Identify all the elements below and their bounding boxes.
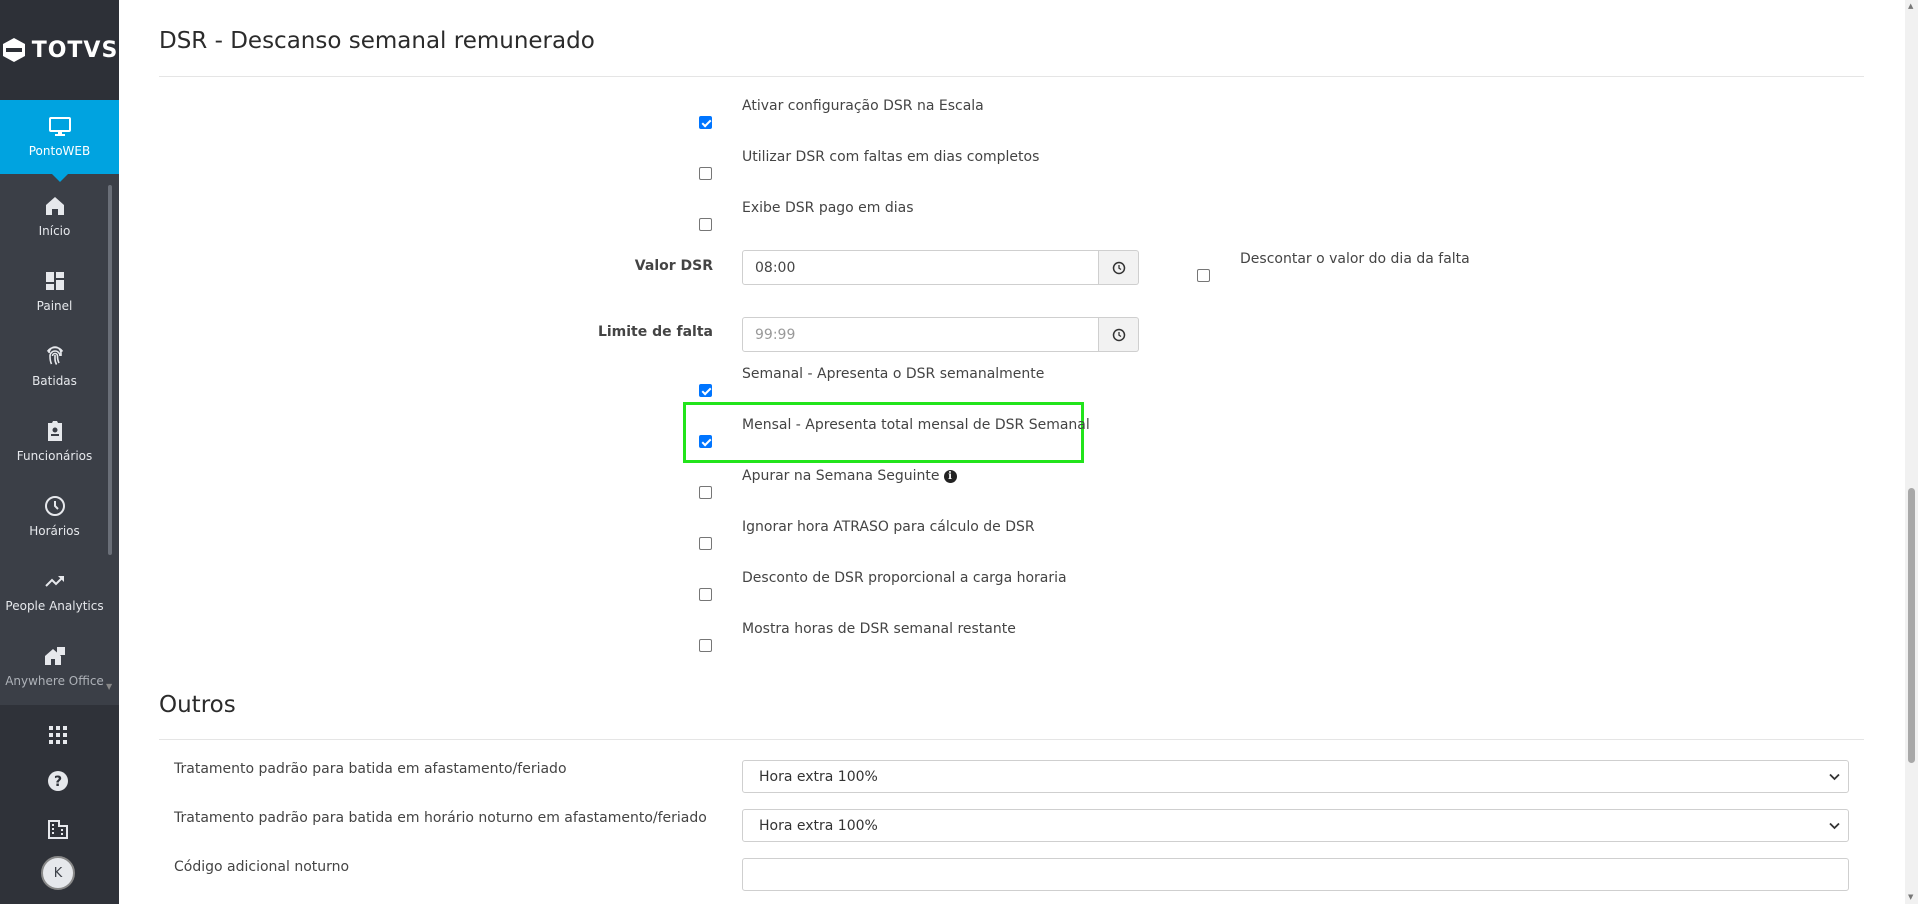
sidebar-item-inicio[interactable]: Início: [0, 178, 109, 253]
home-icon: [45, 196, 64, 215]
sidebar-item-label: Batidas: [32, 373, 77, 388]
page-scrollbar[interactable]: ▲ ▼: [1905, 0, 1918, 904]
ignorar-atraso-label: Ignorar hora ATRASO para cálculo de DSR: [742, 519, 1035, 535]
scroll-down-icon[interactable]: ▼: [1908, 893, 1913, 901]
sidebar-item-anywhere-office[interactable]: Anywhere Office: [0, 628, 109, 703]
home-work-icon: [44, 646, 65, 665]
scroll-up-icon[interactable]: ▲: [1908, 2, 1913, 10]
mostra-horas-checkbox[interactable]: [699, 639, 712, 652]
info-icon[interactable]: i: [943, 470, 957, 483]
select-value: Hora extra 100%: [759, 768, 878, 785]
codigo-adicional-input[interactable]: [742, 858, 1849, 891]
sidebar-item-label: Início: [38, 223, 71, 238]
help-icon[interactable]: ?: [46, 769, 70, 793]
chevron-down-icon: [1829, 820, 1840, 833]
totvs-logo-icon: [2, 38, 25, 62]
descontar-falta-checkbox[interactable]: [1197, 269, 1210, 282]
dsr-pago-dias-checkbox[interactable]: [699, 218, 712, 231]
valor-dsr-input[interactable]: 08:00: [742, 250, 1099, 285]
fingerprint-icon: [46, 345, 63, 365]
dsr-faltas-label: Utilizar DSR com faltas em dias completo…: [742, 149, 1040, 165]
logo-text: TOTVS: [31, 37, 119, 63]
ignorar-atraso-checkbox[interactable]: [699, 537, 712, 550]
module-pontoweb[interactable]: PontoWEB: [0, 100, 119, 182]
sidebar-item-horarios[interactable]: Horários: [0, 478, 109, 553]
tratamento-noturno-select[interactable]: Hora extra 100%: [742, 809, 1849, 842]
limite-falta-input[interactable]: 99:99: [742, 317, 1099, 352]
outros-section-title: Outros: [159, 692, 236, 718]
valor-dsr-label: Valor DSR: [634, 258, 713, 274]
mostra-horas-label: Mostra horas de DSR semanal restante: [742, 621, 1016, 637]
limite-falta-group: 99:99: [742, 317, 1139, 352]
sidebar-scroll-down-icon[interactable]: ▼: [106, 682, 112, 691]
dsr-pago-dias-label: Exibe DSR pago em dias: [742, 200, 914, 216]
trending-up-icon: [44, 575, 64, 587]
clock-picker-icon[interactable]: [1099, 250, 1139, 285]
avatar-initial: K: [53, 865, 63, 881]
desconto-proporcional-label: Desconto de DSR proporcional a carga hor…: [742, 570, 1067, 586]
totvs-logo[interactable]: TOTVS: [0, 0, 119, 100]
sidebar-item-batidas[interactable]: Batidas: [0, 328, 109, 403]
sidebar-item-painel[interactable]: Painel: [0, 253, 109, 328]
tratamento-afastamento-label: Tratamento padrão para batida em afastam…: [174, 761, 567, 777]
semanal-checkbox[interactable]: [699, 384, 712, 397]
clock-picker-icon[interactable]: [1099, 317, 1139, 352]
codigo-adicional-label: Código adicional noturno: [174, 859, 350, 875]
dashboard-icon: [45, 271, 64, 290]
descontar-falta-label: Descontar o valor do dia da falta: [1240, 251, 1470, 267]
monitor-icon: [48, 117, 71, 136]
apurar-semana-checkbox[interactable]: [699, 486, 712, 499]
mensal-label: Mensal - Apresenta total mensal de DSR S…: [742, 417, 1090, 433]
sidebar-item-funcionarios[interactable]: Funcionários: [0, 403, 109, 478]
badge-icon: [47, 420, 62, 441]
outros-divider: [159, 739, 1864, 740]
desconto-proporcional-checkbox[interactable]: [699, 588, 712, 601]
user-avatar[interactable]: K: [41, 856, 75, 890]
sidebar-item-label: Horários: [29, 523, 80, 538]
sidebar-item-label: Anywhere Office: [5, 673, 104, 688]
dsr-section-title: DSR - Descanso semanal remunerado: [159, 28, 595, 54]
svg-text:?: ?: [54, 774, 62, 790]
scrollbar-thumb[interactable]: [1908, 488, 1915, 763]
ativar-dsr-checkbox[interactable]: [699, 116, 712, 129]
chevron-down-icon: [1829, 771, 1840, 784]
semanal-label: Semanal - Apresenta o DSR semanalmente: [742, 366, 1045, 382]
building-icon[interactable]: [46, 817, 70, 841]
apps-grid-icon[interactable]: [46, 723, 70, 747]
module-label: PontoWEB: [28, 144, 91, 158]
dsr-divider: [159, 76, 1864, 77]
sidebar-item-label: People Analytics: [5, 598, 104, 613]
clock-icon: [44, 495, 65, 516]
mensal-checkbox[interactable]: [699, 435, 712, 448]
dsr-faltas-checkbox[interactable]: [699, 167, 712, 180]
sidebar: TOTVS PontoWEB Início Painel Batidas Fun…: [0, 0, 119, 904]
sidebar-item-label: Funcionários: [16, 448, 93, 463]
tratamento-afastamento-select[interactable]: Hora extra 100%: [742, 760, 1849, 793]
sidebar-item-people-analytics[interactable]: People Analytics: [0, 553, 109, 628]
sidebar-item-label: Painel: [36, 298, 73, 313]
apurar-semana-label-wrap: Apurar na Semana Seguinte i: [742, 468, 957, 484]
apurar-semana-label: Apurar na Semana Seguinte: [742, 468, 940, 484]
valor-dsr-group: 08:00: [742, 250, 1139, 285]
ativar-dsr-label: Ativar configuração DSR na Escala: [742, 98, 984, 114]
sidebar-nav: Início Painel Batidas Funcionários Horár…: [0, 178, 109, 703]
select-value: Hora extra 100%: [759, 817, 878, 834]
sidebar-scrollbar[interactable]: [108, 185, 112, 555]
limite-falta-label: Limite de falta: [597, 324, 713, 340]
tratamento-noturno-label: Tratamento padrão para batida em horário…: [174, 810, 707, 826]
